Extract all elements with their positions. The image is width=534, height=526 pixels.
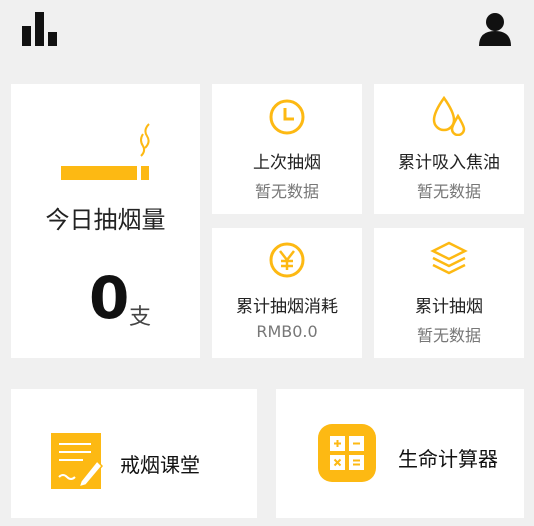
stat-value: 暂无数据 <box>416 182 481 201</box>
life-calculator-label: 生命计算器 <box>398 447 498 471</box>
last-smoke-card[interactable]: 上次抽烟 暂无数据 <box>212 84 362 214</box>
life-calculator-card[interactable]: 生命计算器 <box>276 389 524 518</box>
stat-value: 暂无数据 <box>416 326 481 345</box>
droplets-icon <box>432 96 466 136</box>
today-count: 0 <box>89 264 130 332</box>
total-smoked-card[interactable]: 累计抽烟 暂无数据 <box>374 228 524 358</box>
stat-value: RMB0.0 <box>256 322 318 341</box>
calculator-icon <box>318 424 376 482</box>
user-icon <box>479 13 511 46</box>
today-title: 今日抽烟量 <box>45 206 166 234</box>
today-smoking-card[interactable]: 今日抽烟量 0 支 <box>11 84 200 358</box>
stat-title: 上次抽烟 <box>253 153 321 173</box>
cigarette-icon <box>61 123 150 180</box>
layers-icon <box>430 241 468 275</box>
tar-intake-card[interactable]: 累计吸入焦油 暂无数据 <box>374 84 524 214</box>
clock-icon <box>269 99 305 135</box>
user-profile-button[interactable] <box>476 12 514 48</box>
stat-value: 暂无数据 <box>254 182 319 201</box>
quit-smoking-class-card[interactable]: 戒烟课堂 <box>11 389 257 518</box>
quit-smoking-class-label: 戒烟课堂 <box>120 453 200 477</box>
today-unit: 支 <box>129 305 152 330</box>
statistics-button[interactable] <box>20 12 60 48</box>
stat-title: 累计吸入焦油 <box>398 153 500 173</box>
notepad-icon <box>51 433 103 489</box>
yen-icon <box>269 242 305 278</box>
stat-title: 累计抽烟消耗 <box>236 297 338 317</box>
smoking-cost-card[interactable]: 累计抽烟消耗 RMB0.0 <box>212 228 362 358</box>
bar-chart-icon <box>22 12 57 46</box>
stat-title: 累计抽烟 <box>415 297 483 317</box>
